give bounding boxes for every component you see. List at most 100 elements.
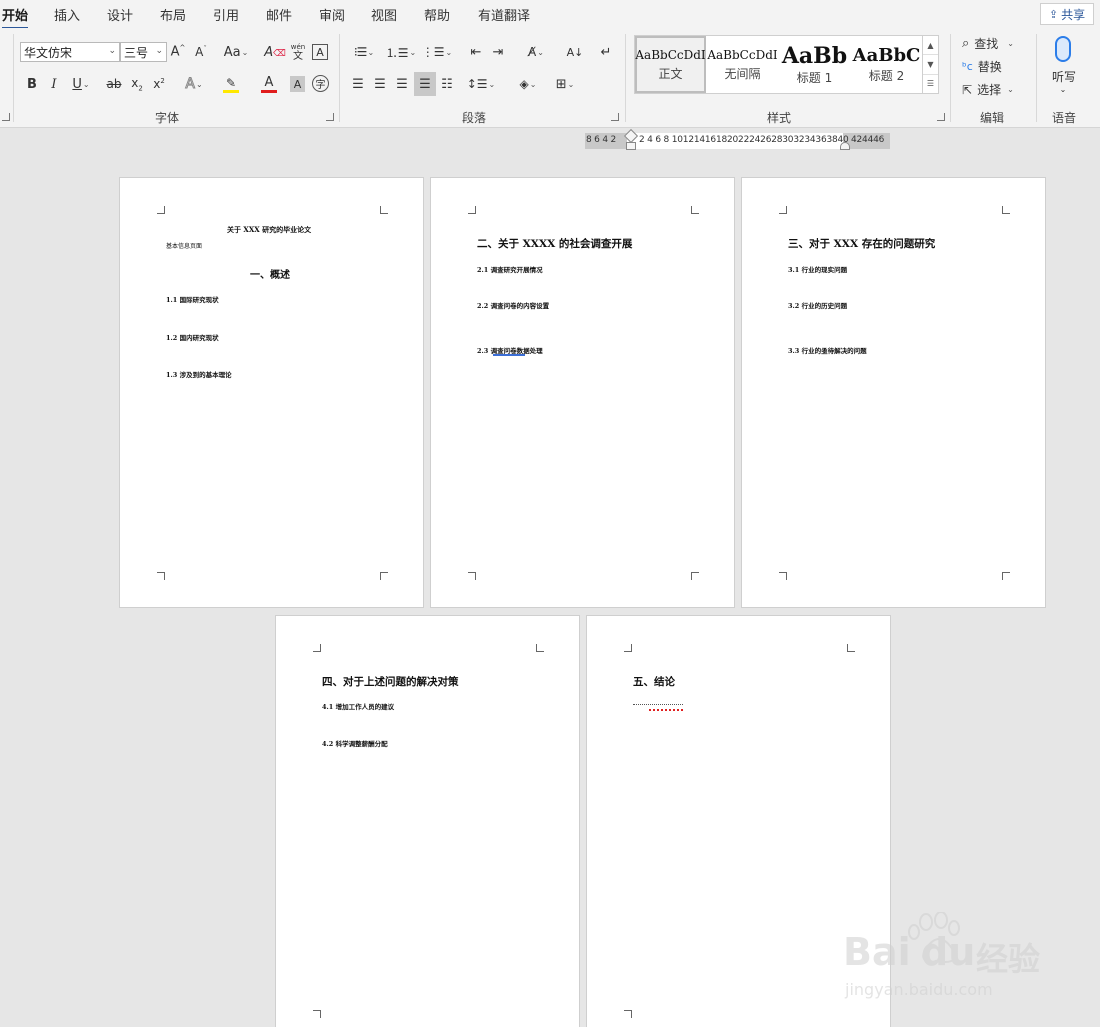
line-spacing-icon: ↕☰ [466, 77, 488, 91]
character-shading-button[interactable]: A [290, 76, 305, 92]
multilevel-list-icon: ⋮☰ [421, 45, 445, 59]
superscript-icon: x2 [153, 77, 165, 91]
tab-help[interactable]: 帮助 [424, 5, 450, 24]
change-case-button[interactable]: Aa ⌄ [221, 42, 251, 62]
align-center-button[interactable]: ☰ [371, 74, 389, 94]
margin-corner-mark [468, 572, 476, 580]
style-normal[interactable]: AaBbCcDdI 正文 [635, 36, 706, 93]
chevron-down-icon: ⌄ [1059, 84, 1067, 94]
numbering-button[interactable]: ⒈☰ ⌄ [385, 42, 417, 62]
chevron-down-icon: ⌄ [155, 46, 163, 56]
character-shading-icon: A [293, 77, 302, 91]
distributed-button[interactable]: ☷ [438, 74, 456, 94]
subscript-icon: x2 [131, 75, 143, 93]
character-border-button[interactable]: A [312, 44, 328, 60]
paragraph-group-label: 段落 [462, 111, 487, 125]
document-page-2[interactable]: 二、关于 XXXX 的社会调查开展 2.1 调查研究开展情况 2.2 调查问卷的… [430, 177, 735, 608]
replace-label: 替换 [977, 60, 1002, 74]
clipboard-launcher-icon[interactable] [2, 113, 10, 121]
tab-home[interactable]: 开始 [2, 5, 29, 29]
share-icon: ⇪ [1048, 7, 1059, 21]
style-name: 标题 2 [868, 69, 905, 83]
font-size-select[interactable]: 三号 ⌄ [120, 42, 167, 62]
line-spacing-button[interactable]: ↕☰ ⌄ [466, 74, 496, 94]
select-button[interactable]: ⇱ 选择 ⌄ [962, 81, 1014, 98]
increase-indent-button[interactable]: ⇥ [489, 42, 507, 62]
numbered-list-icon: ⒈☰ [385, 45, 409, 60]
gallery-down-icon[interactable]: ▼ [923, 55, 938, 75]
chinese-layout-button[interactable]: A̸ ⌄ [521, 42, 551, 62]
grow-font-icon: A^ [170, 44, 186, 60]
italic-icon: I [51, 76, 57, 92]
grammar-underline [493, 354, 525, 356]
tab-layout[interactable]: 布局 [160, 5, 186, 24]
enclose-characters-button[interactable]: 字 [312, 75, 329, 92]
margin-corner-mark [157, 206, 165, 214]
strikethrough-button[interactable]: ab [105, 74, 123, 94]
borders-button[interactable]: ⊞ ⌄ [549, 74, 581, 94]
find-button[interactable]: ⌕ 查找 ⌄ [962, 35, 1014, 52]
section-heading: 1.2 国内研究现状 [166, 334, 219, 342]
margin-corner-mark [468, 206, 476, 214]
text-effects-button[interactable]: A ⌄ [179, 74, 209, 94]
chapter-heading: 五、结论 [633, 676, 675, 688]
section-heading: 3.3 行业的亟待解决的问题 [788, 347, 867, 355]
margin-corner-mark [313, 1010, 321, 1018]
show-formatting-marks-button[interactable]: ↵ [597, 42, 615, 62]
style-heading-2[interactable]: AaBbC 标题 2 [851, 36, 922, 93]
bold-button[interactable]: B [24, 74, 40, 94]
search-icon: ⌕ [962, 36, 970, 51]
styles-dialog-launcher-icon[interactable] [937, 113, 945, 121]
baidu-jingyan-watermark: Bai du 经验 jingyan.baidu.com [843, 912, 1043, 1012]
underline-button[interactable]: U ⌄ [67, 74, 95, 94]
font-size-value: 三号 [124, 45, 149, 60]
grow-font-button[interactable]: A^ [170, 42, 186, 62]
style-heading-1[interactable]: AaBb 标题 1 [779, 36, 850, 93]
group-separator [625, 34, 626, 122]
tab-design[interactable]: 设计 [107, 5, 133, 24]
sort-button[interactable]: A↓ [565, 42, 585, 62]
horizontal-ruler[interactable]: 8 6 4 2 2 4 6 8 101214161820222426283032… [585, 128, 890, 150]
italic-button[interactable]: I [46, 74, 62, 94]
tab-review[interactable]: 审阅 [319, 5, 345, 24]
tab-mailings[interactable]: 邮件 [266, 5, 292, 24]
gallery-more-icon[interactable]: ☰ [923, 75, 938, 93]
watermark-brand-2: du [921, 930, 976, 974]
borders-icon: ⊞ [555, 76, 567, 92]
subscript-button[interactable]: x2 [129, 74, 145, 94]
phonetic-guide-button[interactable]: wén 文 [289, 40, 307, 64]
align-right-button[interactable]: ☰ [393, 74, 411, 94]
bullets-button[interactable]: ⁝☰ ⌄ [348, 42, 380, 62]
font-family-value: 华文仿宋 [24, 45, 73, 60]
decrease-indent-button[interactable]: ⇤ [467, 42, 485, 62]
left-indent-marker[interactable] [626, 142, 636, 150]
tab-references[interactable]: 引用 [213, 5, 239, 24]
gallery-up-icon[interactable]: ▲ [923, 36, 938, 56]
highlight-color-button[interactable]: ✎ [215, 72, 247, 96]
font-family-select[interactable]: 华文仿宋 ⌄ [20, 42, 120, 62]
document-page-3[interactable]: 三、对于 XXX 存在的问题研究 3.1 行业的现实问题 3.2 行业的历史问题… [741, 177, 1046, 608]
chevron-down-icon: ⌄ [241, 47, 249, 57]
tab-view[interactable]: 视图 [371, 5, 397, 24]
multilevel-list-button[interactable]: ⋮☰ ⌄ [421, 42, 453, 62]
tab-insert[interactable]: 插入 [54, 5, 80, 24]
shading-button[interactable]: ◈ ⌄ [512, 74, 544, 94]
document-page-1[interactable]: 关于 XXX 研究的毕业论文 基本信息页面 一、概述 1.1 国际研究现状 1.… [119, 177, 424, 608]
style-no-spacing[interactable]: AaBbCcDdI 无间隔 [707, 36, 778, 93]
clear-formatting-button[interactable]: A⌫ [264, 42, 286, 62]
replace-button[interactable]: ᵇc 替换 [962, 58, 1002, 75]
justify-button[interactable]: ☰ [414, 72, 436, 96]
document-page-4[interactable]: 四、对于上述问题的解决对策 4.1 增加工作人员的建议 4.2 科学调整薪酬分配 [275, 615, 580, 1027]
margin-corner-mark [157, 572, 165, 580]
font-dialog-launcher-icon[interactable] [326, 113, 334, 121]
chapter-heading: 三、对于 XXX 存在的问题研究 [788, 238, 936, 250]
font-color-button[interactable]: A [253, 72, 285, 96]
align-left-button[interactable]: ☰ [349, 74, 367, 94]
superscript-button[interactable]: x2 [151, 74, 167, 94]
tab-youdao-translate[interactable]: 有道翻译 [478, 5, 530, 24]
select-label: 选择 [977, 83, 1002, 97]
share-button[interactable]: ⇪ 共享 [1040, 3, 1094, 25]
shrink-font-button[interactable]: Aˇ [193, 42, 209, 62]
paragraph-dialog-launcher-icon[interactable] [611, 113, 619, 121]
right-indent-marker[interactable] [840, 142, 850, 150]
